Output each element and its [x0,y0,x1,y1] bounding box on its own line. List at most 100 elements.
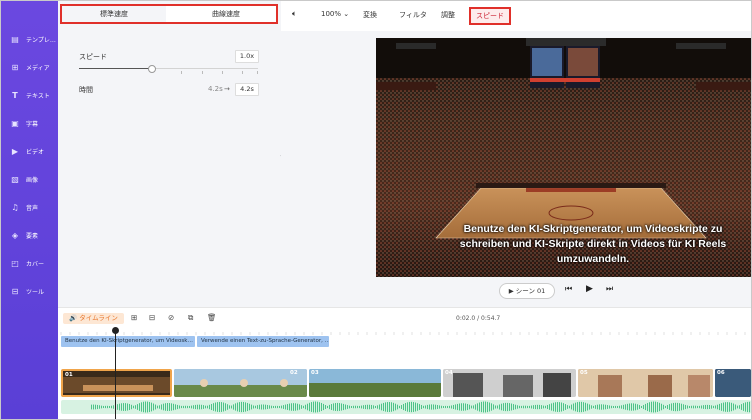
speed-value-input[interactable]: 1.0x [235,50,259,63]
waveform-bar [739,405,740,409]
video-clip-1[interactable]: 01 [61,369,172,397]
waveform-bar [517,405,518,409]
tab-standard-speed[interactable]: 標準速度 [62,6,166,22]
delete-icon[interactable]: 🗑︎ [207,313,217,322]
waveform-bar [107,405,108,409]
speed-slider[interactable] [79,65,258,74]
waveform-bar [573,403,574,411]
skip-back-icon[interactable]: ⏮︎ [565,284,572,294]
duration-label: 時間 [79,86,93,94]
sidebar-item-elements[interactable]: ◈ 要素 [1,224,58,246]
video-clip-2[interactable]: 02 [174,369,307,397]
speed-mode-tabs: 標準速度 曲線速度 [60,4,278,24]
waveform-bar [675,402,676,412]
waveform-bar [481,401,482,413]
speaker-icon[interactable]: 🔈︎ [292,9,297,19]
waveform-bar [173,403,174,411]
waveform-bar [93,404,94,410]
detach-audio-icon[interactable]: ⊘ [168,313,174,322]
scene-select-button[interactable]: ▶ シーン 01 [499,283,555,299]
clip-number: 03 [311,370,319,376]
split-icon[interactable]: ⊟ [149,313,155,322]
waveform-bar [467,403,468,411]
waveform-bar [287,404,288,410]
waveform-bar [403,403,404,411]
video-preview[interactable]: Benutze den KI-Skriptgenerator, um Video… [376,38,751,277]
waveform-bar [599,404,600,410]
waveform-bar [563,403,564,411]
clip-number: 01 [65,372,73,378]
waveform-bar [423,405,424,409]
video-clip-3[interactable]: 03 [309,369,441,397]
sidebar-item-audio[interactable]: ♫ 音声 [1,196,58,218]
waveform-bar [415,402,416,412]
waveform-bar [579,401,580,413]
video-clip-4[interactable]: 04 [443,369,576,397]
waveform-bar [261,404,262,410]
waveform-bar [213,403,214,411]
waveform-bar [197,404,198,410]
sidebar-item-subtitle[interactable]: ▣ 字幕 [1,112,58,134]
sidebar-item-image[interactable]: ▧ 画像 [1,168,58,190]
toolbar-speed-button[interactable]: スピード [469,7,511,25]
waveform-bar [387,402,388,412]
waveform-bar [103,405,104,409]
speed-slider-handle[interactable] [147,65,156,73]
waveform-bar [527,405,528,409]
audio-track[interactable] [61,400,751,414]
sidebar-item-label: テンプレ… [26,36,56,44]
tab-curve-speed[interactable]: 曲線速度 [166,6,276,22]
waveform-bar [465,403,466,411]
waveform-bar [339,403,340,411]
speed-slider-fill [79,68,151,69]
sidebar-item-tools[interactable]: ⊟ ツール [1,280,58,302]
sidebar-item-video[interactable]: ▶ ビデオ [1,140,58,162]
play-icon[interactable]: ▶ [586,284,593,294]
waveform-bar [601,404,602,410]
subtitle-clip-2[interactable]: Verwende einen Text-zu-Sprache-Generator… [197,336,329,347]
speed-label: スピード [79,53,107,61]
sidebar-item-text[interactable]: T テキスト [1,84,58,106]
waveform-bar [443,405,444,409]
waveform-bar [231,405,232,409]
waveform-bar [167,403,168,411]
video-clip-5[interactable]: 05 [578,369,713,397]
waveform-bar [393,402,394,412]
waveform-bar [609,405,610,409]
tools-icon: ⊟ [11,286,19,296]
waveform-bar [329,404,330,410]
waveform-bar [105,405,106,409]
skip-forward-icon[interactable]: ⏭︎ [606,284,613,294]
waveform-bar [699,405,700,409]
duration-input[interactable]: 4.2s [235,83,259,96]
toolbar-filter[interactable]: フィルタ [399,10,427,20]
zoom-select[interactable]: 100% ⌄ [321,10,349,18]
toolbar-transform[interactable]: 変換 [363,10,377,20]
waveform-bar [409,401,410,413]
waveform-bar [391,402,392,412]
subtitle-clip-1[interactable]: Benutze den KI-Skriptgenerator, um Video… [61,336,195,347]
waveform-bar [175,404,176,410]
add-scene-icon[interactable]: ⊞ [131,313,137,322]
playhead[interactable] [115,330,116,419]
waveform-bar [639,405,640,409]
sidebar-item-cover[interactable]: ◰ カバー [1,252,58,274]
waveform-bar [745,402,746,412]
waveform-bar [641,405,642,409]
waveform-bar [259,404,260,410]
waveform-bar [749,401,750,413]
waveform-bar [149,401,150,413]
waveform-bar [313,401,314,413]
video-clip-6[interactable]: 06 [715,369,751,397]
sidebar-item-media[interactable]: ⊞ メディア [1,56,58,78]
sidebar-item-template[interactable]: ▤ テンプレ… [1,28,58,50]
waveform-bar [337,402,338,412]
duplicate-icon[interactable]: ⧉ [188,313,193,323]
waveform-bar [129,403,130,411]
timeline-toggle[interactable]: 🔊 タイムライン [63,313,124,324]
waveform-bar [501,403,502,411]
waveform-bar [215,402,216,412]
toolbar-adjust[interactable]: 調整 [441,10,455,20]
waveform-bar [615,405,616,409]
waveform-bar [595,405,596,409]
